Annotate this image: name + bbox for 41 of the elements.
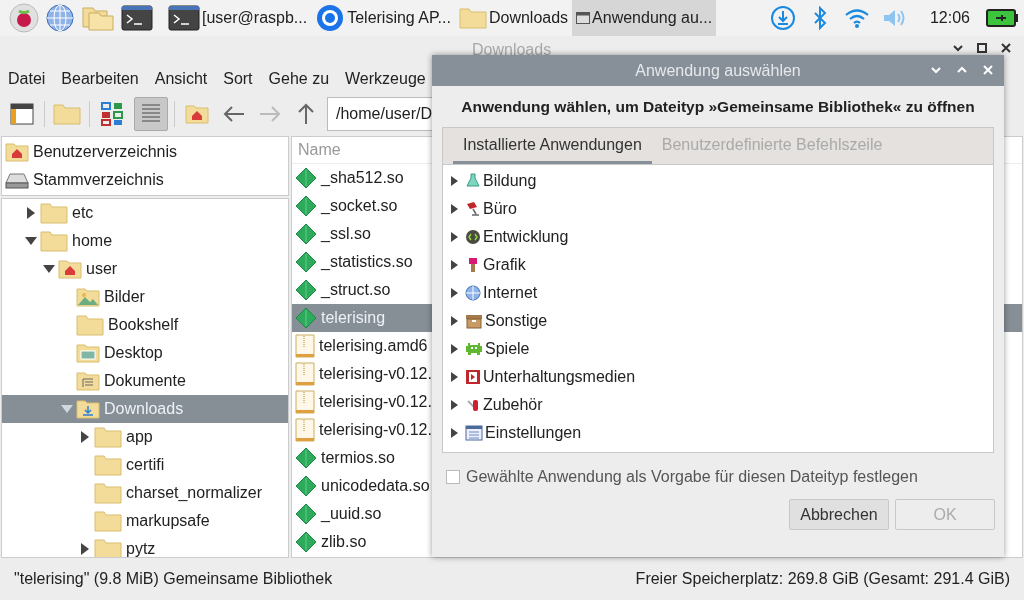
file-name: zlib.so [321, 532, 367, 552]
dialog-title: Anwendung auswählen [635, 60, 801, 81]
file-name: _ssl.so [321, 224, 371, 244]
tree-label: Bilder [104, 287, 145, 307]
tree-label: app [126, 427, 153, 447]
tree-label: markupsafe [126, 511, 210, 531]
category-label: Büro [483, 199, 517, 220]
tree-label: Dokumente [104, 371, 186, 391]
category-label: Sonstige [485, 311, 548, 332]
file-name: telerising-v0.12. [319, 364, 432, 384]
category-label: Einstellungen [485, 423, 582, 444]
tree-label: Downloads [104, 399, 184, 419]
tree-label: home [72, 231, 113, 251]
tree-label: charset_normalizer [126, 483, 263, 503]
file-name: telerising.amd6 [319, 336, 428, 356]
tree-label: certifi [126, 455, 165, 475]
file-name: termios.so [321, 448, 395, 468]
tree-label: user [86, 259, 118, 279]
window-title: Downloads [472, 40, 552, 60]
file-name: _uuid.so [321, 504, 382, 524]
tree-label: Desktop [104, 343, 163, 363]
category-label: Unterhaltungsmedien [483, 367, 636, 388]
file-name: telerising [321, 308, 386, 328]
file-name: _sha512.so [321, 168, 404, 188]
status-text: "telerising" (9.8 MiB) Gemeinsame Bibliothek [14, 569, 333, 589]
file-name: _socket.so [321, 196, 398, 216]
file-name: telerising-v0.12. [319, 420, 432, 440]
category-label: Entwicklung [483, 227, 569, 248]
tree-label: pytz [126, 539, 156, 557]
free-space-text: Freier Speicherplatz: 269.8 GiB (Gesamt: 291.4 GiB) [635, 569, 1010, 589]
category-label: Internet [483, 283, 538, 304]
file-name: _struct.so [321, 280, 391, 300]
file-name: unicodedata.so [321, 476, 430, 496]
tree-label: etc [72, 203, 94, 223]
tree-label: Bookshelf [108, 315, 179, 335]
category-label: Bildung [483, 171, 537, 192]
category-label: Grafik [483, 255, 526, 276]
category-label: Spiele [485, 339, 530, 360]
file-name: telerising-v0.12. [319, 392, 432, 412]
file-name: _statistics.so [321, 252, 413, 272]
category-label: Zubehör [483, 395, 543, 416]
